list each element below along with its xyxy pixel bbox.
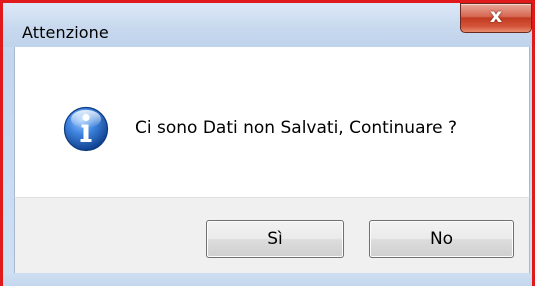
- window-bottom-border: [3, 273, 532, 286]
- highlight-border-left: [0, 0, 3, 286]
- dialog-message: Ci sono Dati non Salvati, Continuare ?: [135, 118, 457, 138]
- window-title: Attenzione: [22, 23, 109, 42]
- highlight-border-top: [0, 0, 535, 3]
- close-icon: x: [489, 5, 503, 27]
- close-button[interactable]: x: [460, 3, 532, 33]
- title-bar[interactable]: Attenzione: [3, 3, 532, 47]
- yes-button[interactable]: Sì: [206, 220, 344, 258]
- info-icon: [63, 106, 109, 152]
- button-bar: Sì No: [14, 197, 530, 273]
- no-button[interactable]: No: [369, 220, 514, 258]
- dialog-window: Attenzione x Ci sono Dati non Salvati, C…: [0, 0, 535, 286]
- message-area: Ci sono Dati non Salvati, Continuare ?: [14, 47, 530, 197]
